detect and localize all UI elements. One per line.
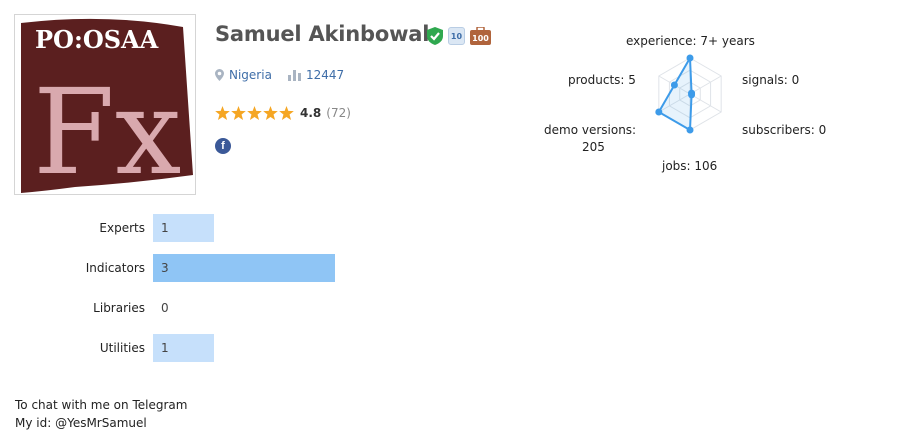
bar-fill — [153, 254, 335, 282]
rating: 4.8 (72) — [215, 106, 351, 120]
rank-chart-icon — [287, 69, 301, 81]
bar-row-indicators[interactable]: Indicators 3 — [0, 254, 400, 282]
bar-row-utilities[interactable]: Utilities 1 — [0, 334, 400, 362]
star-icon — [247, 106, 262, 120]
radar-point-subscribers — [688, 91, 696, 99]
star-icon — [263, 106, 278, 120]
radar-area — [657, 54, 693, 132]
profile-meta: Nigeria 12447 — [215, 68, 344, 82]
star-icon — [231, 106, 246, 120]
jobs-badge-text: 100 — [472, 34, 489, 43]
bar-label: Indicators — [85, 261, 145, 275]
badge-group: 10 100 — [427, 27, 491, 45]
radar-label-experience: experience: 7+ years — [626, 34, 755, 48]
rating-value: 4.8 — [300, 106, 322, 120]
bar-row-experts[interactable]: Experts 1 — [0, 214, 400, 242]
star-icon — [215, 106, 230, 120]
profile-name[interactable]: Samuel Akinbowale — [215, 22, 444, 46]
star-icon — [279, 106, 294, 120]
radar-label-products: products: 5 — [568, 73, 636, 87]
radar-label-subscribers: subscribers: 0 — [742, 123, 827, 137]
country-link[interactable]: Nigeria — [229, 68, 272, 82]
radar-point-products — [670, 81, 678, 89]
radar-point-experience — [686, 54, 694, 62]
bar-label: Utilities — [99, 341, 145, 355]
bar-value: 1 — [161, 221, 169, 235]
radar-label-jobs: jobs: 106 — [662, 159, 718, 173]
verified-shield-icon[interactable] — [427, 27, 443, 45]
bar-value: 0 — [161, 301, 169, 315]
briefcase-icon: 100 — [470, 27, 491, 45]
bar-value: 1 — [161, 341, 169, 355]
about-line-2: My id: @YesMrSamuel — [15, 416, 147, 430]
radar-point-jobs — [686, 126, 694, 134]
years-badge[interactable]: 10 — [448, 27, 465, 45]
about-line-1: To chat with me on Telegram — [15, 398, 188, 412]
logo-text-main: Fx — [33, 63, 181, 195]
facebook-icon[interactable]: f — [215, 138, 231, 154]
bar-value: 3 — [161, 261, 169, 275]
radar-label-demo-versions-value: 205 — [582, 140, 605, 154]
about-text: To chat with me on Telegram My id: @YesM… — [15, 396, 187, 432]
bar-label: Libraries — [93, 301, 145, 315]
logo-text-top: PO:OSAA — [35, 25, 159, 54]
jobs-badge[interactable]: 100 — [470, 27, 491, 45]
rating-stars — [215, 106, 294, 120]
rating-count-link[interactable]: (72) — [326, 106, 351, 120]
rank-link[interactable]: 12447 — [306, 68, 344, 82]
product-logo: PO:OSAA Fx — [21, 18, 193, 195]
location-pin-icon — [215, 69, 224, 81]
bar-label: Experts — [99, 221, 145, 235]
radar-chart: experience: 7+ years signals: 0 subscrib… — [530, 20, 850, 185]
radar-point-demo_versions — [655, 108, 663, 116]
bar-row-libraries[interactable]: Libraries 0 — [0, 294, 400, 322]
avatar: PO:OSAA Fx — [14, 14, 196, 195]
radar-label-signals: signals: 0 — [742, 73, 800, 87]
radar-label-demo-versions: demo versions: — [544, 123, 637, 137]
